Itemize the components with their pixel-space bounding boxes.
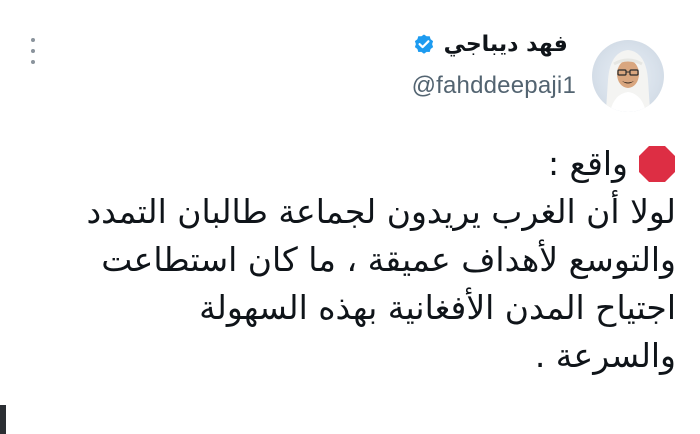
tweet-card: فهد ديباجي @fahddeepaji1 واقع : لولا أن … [0,0,700,434]
tweet-text: واقع : لولا أن الغرب يريدون لجماعة طالبا… [16,140,676,380]
avatar-portrait-icon [606,50,650,112]
stop-sign-icon [639,146,675,182]
more-dot [31,60,35,64]
tweet-lead-text: واقع : [547,144,628,183]
left-edge-bar [0,405,6,434]
author-handle[interactable]: @fahddeepaji1 [412,72,576,100]
author-name-row: فهد ديباجي [412,30,576,60]
tweet-first-line: واقع : [16,140,676,188]
verified-badge-icon [414,34,433,54]
more-options-icon[interactable] [26,38,40,64]
tweet-text-line: اجتياح المدن الأفغانية بهذه السهولة [199,288,676,327]
more-dot [31,38,35,42]
tweet-text-line: لولا أن الغرب يريدون لجماعة طالبان التمد… [86,192,676,231]
author-info: فهد ديباجي @fahddeepaji1 [412,30,576,100]
author-avatar[interactable] [592,40,664,112]
author-display-name[interactable]: فهد ديباجي [444,30,568,60]
tweet-text-line: والسرعة . [534,336,676,375]
tweet-text-line: والتوسع لأهداف عميقة ، ما كان استطاعت [101,240,676,279]
more-dot [31,49,35,53]
